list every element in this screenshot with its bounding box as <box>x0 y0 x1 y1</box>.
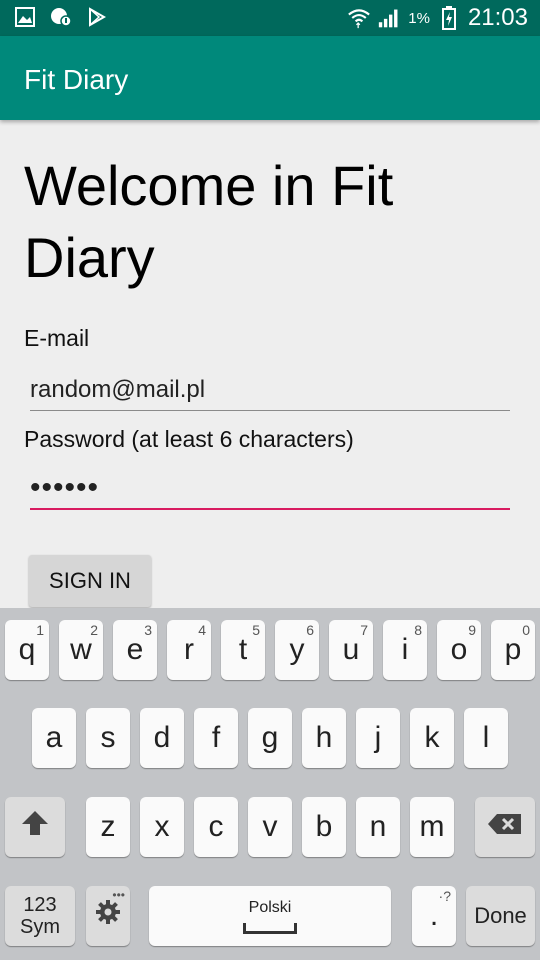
period-label: . <box>429 899 439 932</box>
key-h[interactable]: h <box>302 708 346 768</box>
key-l[interactable]: l <box>464 708 508 768</box>
key-m[interactable]: m <box>410 797 454 857</box>
gear-icon <box>95 899 121 933</box>
settings-key[interactable]: ••• <box>86 886 130 946</box>
key-e[interactable]: 3e <box>113 620 157 680</box>
battery-percent: 1% <box>408 9 430 27</box>
welcome-heading: Welcome in Fit Diary <box>24 154 394 289</box>
space-key[interactable]: Polski <box>149 886 391 946</box>
key-z[interactable]: z <box>86 797 130 857</box>
symbols-key-line2: Sym <box>20 916 60 938</box>
wifi-icon <box>348 7 371 29</box>
key-i[interactable]: 8i <box>383 620 427 680</box>
key-hint: 8 <box>414 622 422 638</box>
backspace-icon <box>487 810 523 844</box>
key-o[interactable]: 9o <box>437 620 481 680</box>
key-t[interactable]: 5t <box>221 620 265 680</box>
key-label: w <box>70 633 92 666</box>
status-bar: 1% 21:03 <box>0 0 540 36</box>
signal-icon <box>378 7 400 29</box>
key-label: y <box>289 633 305 666</box>
key-b[interactable]: b <box>302 797 346 857</box>
key-hint: 6 <box>306 622 314 638</box>
symbols-key-line1: 123 <box>23 894 57 916</box>
key-u[interactable]: 7u <box>329 620 373 680</box>
key-q[interactable]: 1q <box>5 620 49 680</box>
key-label: u <box>342 633 360 666</box>
key-label: i <box>401 633 409 666</box>
email-label: E-mail <box>24 325 90 351</box>
key-label: t <box>238 633 248 666</box>
key-hint: 9 <box>468 622 476 638</box>
key-label: p <box>504 633 522 666</box>
password-field[interactable] <box>30 468 510 510</box>
key-n[interactable]: n <box>356 797 400 857</box>
key-hint: 5 <box>252 622 260 638</box>
key-hint: 3 <box>144 622 152 638</box>
key-label: r <box>184 633 194 666</box>
key-hint: 0 <box>522 622 530 638</box>
key-w[interactable]: 2w <box>59 620 103 680</box>
key-label: o <box>450 633 468 666</box>
key-s[interactable]: s <box>86 708 130 768</box>
clock: 21:03 <box>467 4 528 31</box>
more-dots-icon: ••• <box>112 888 125 902</box>
space-bar-icon <box>243 922 297 934</box>
key-hint: 7 <box>360 622 368 638</box>
password-label: Password (at least 6 characters) <box>24 426 354 452</box>
key-a[interactable]: a <box>32 708 76 768</box>
battery-icon <box>438 6 460 30</box>
symbols-key[interactable]: 123 Sym <box>5 886 75 946</box>
space-language-label: Polski <box>248 898 292 916</box>
shift-key[interactable] <box>5 797 65 857</box>
key-d[interactable]: d <box>140 708 184 768</box>
key-p[interactable]: 0p <box>491 620 535 680</box>
key-r[interactable]: 4r <box>167 620 211 680</box>
keyboard: 1q 2w 3e 4r 5t 6y 7u 8i 9o 0p a s d f g … <box>0 608 540 960</box>
key-label: e <box>126 633 144 666</box>
key-g[interactable]: g <box>248 708 292 768</box>
key-k[interactable]: k <box>410 708 454 768</box>
key-x[interactable]: x <box>140 797 184 857</box>
backspace-key[interactable] <box>475 797 535 857</box>
period-hint: ·? <box>438 888 451 904</box>
key-hint: 1 <box>36 622 44 638</box>
key-y[interactable]: 6y <box>275 620 319 680</box>
key-label: q <box>18 633 36 666</box>
shift-icon <box>20 808 50 846</box>
key-hint: 2 <box>90 622 98 638</box>
period-key[interactable]: ·? . <box>412 886 456 946</box>
play-store-icon <box>86 6 108 28</box>
key-hint: 4 <box>198 622 206 638</box>
email-field[interactable] <box>30 370 510 411</box>
app-bar: Fit Diary <box>0 36 540 120</box>
sign-in-button[interactable]: SIGN IN <box>29 555 151 607</box>
app-title: Fit Diary <box>24 64 129 95</box>
key-j[interactable]: j <box>356 708 400 768</box>
notification-icon <box>50 6 72 28</box>
key-v[interactable]: v <box>248 797 292 857</box>
key-f[interactable]: f <box>194 708 238 768</box>
gallery-icon <box>14 6 36 28</box>
done-key[interactable]: Done <box>466 886 535 946</box>
key-c[interactable]: c <box>194 797 238 857</box>
